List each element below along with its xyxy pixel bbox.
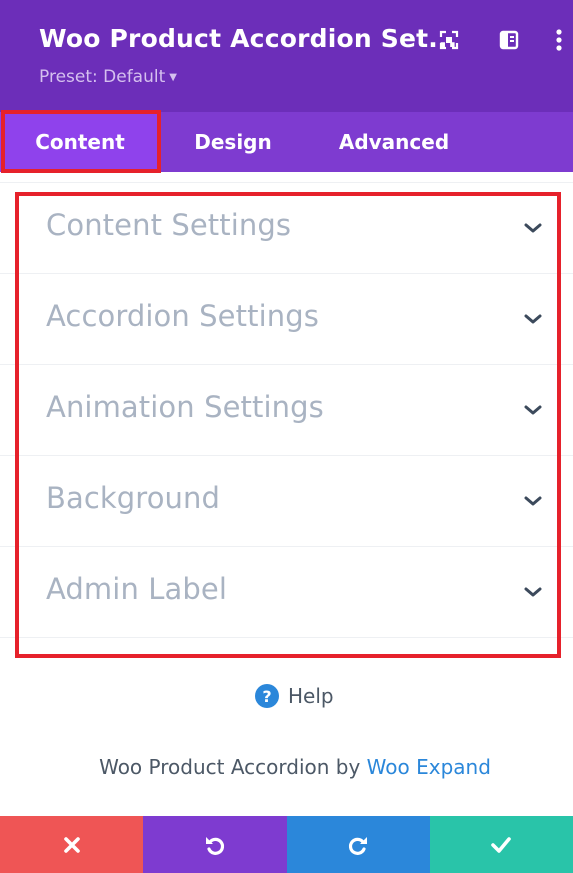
question-circle-icon: ? bbox=[255, 684, 279, 708]
redo-button[interactable] bbox=[286, 816, 430, 873]
tab-content[interactable]: Content bbox=[0, 112, 160, 172]
section-background[interactable]: Background bbox=[0, 456, 573, 547]
section-label: Background bbox=[46, 481, 221, 515]
undo-button[interactable] bbox=[143, 816, 287, 873]
help-link[interactable]: ? Help bbox=[255, 683, 334, 709]
module-settings-panel: Woo Product Accordion Set... Preset: Def… bbox=[0, 0, 573, 873]
chevron-down-icon bbox=[524, 587, 542, 597]
section-label: Animation Settings bbox=[46, 390, 324, 424]
more-options-icon[interactable] bbox=[547, 28, 571, 52]
section-admin-label[interactable]: Admin Label bbox=[0, 547, 573, 638]
preset-selector[interactable]: Preset: Default ▼ bbox=[39, 67, 177, 87]
checkmark-icon bbox=[491, 836, 512, 853]
action-bar bbox=[0, 816, 573, 873]
section-label: Content Settings bbox=[46, 208, 292, 242]
settings-tabs: Content Design Advanced bbox=[0, 112, 573, 172]
discard-button[interactable] bbox=[0, 816, 144, 873]
caret-down-icon: ▼ bbox=[169, 72, 177, 83]
section-animation-settings[interactable]: Animation Settings bbox=[0, 365, 573, 456]
section-label: Accordion Settings bbox=[46, 299, 319, 333]
tab-advanced[interactable]: Advanced bbox=[318, 112, 470, 172]
panel-title: Woo Product Accordion Set... bbox=[39, 24, 458, 53]
preset-label: Preset: Default bbox=[39, 67, 166, 87]
help-label: Help bbox=[288, 684, 334, 708]
section-accordion-settings[interactable]: Accordion Settings bbox=[0, 274, 573, 365]
panel-header: Woo Product Accordion Set... Preset: Def… bbox=[0, 0, 573, 112]
chevron-down-icon bbox=[524, 496, 542, 506]
section-content-settings[interactable]: Content Settings bbox=[0, 183, 573, 274]
chevron-down-icon bbox=[524, 405, 542, 415]
credit-text: Woo Product Accordion by bbox=[99, 755, 367, 779]
chevron-down-icon bbox=[524, 223, 542, 233]
close-icon bbox=[63, 836, 80, 853]
undo-icon bbox=[205, 836, 224, 855]
tab-design[interactable]: Design bbox=[172, 112, 294, 172]
settings-sections: Content Settings Accordion Settings Anim… bbox=[0, 182, 573, 638]
module-credit: Woo Product Accordion by Woo Expand bbox=[0, 755, 573, 779]
author-link[interactable]: Woo Expand bbox=[367, 755, 491, 779]
redo-icon bbox=[349, 836, 368, 855]
expand-icon[interactable] bbox=[437, 28, 461, 52]
chevron-down-icon bbox=[524, 314, 542, 324]
save-button[interactable] bbox=[429, 816, 573, 873]
split-view-icon[interactable] bbox=[497, 28, 521, 52]
section-label: Admin Label bbox=[46, 572, 227, 606]
